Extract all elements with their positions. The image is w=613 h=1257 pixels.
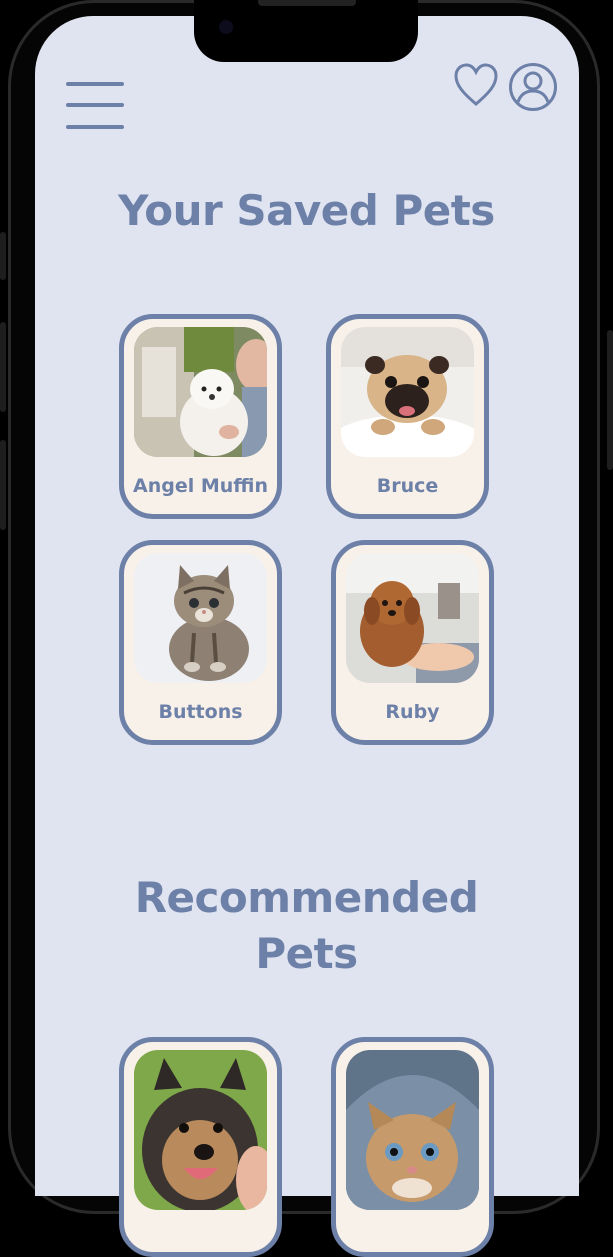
volume-up-button bbox=[0, 232, 6, 280]
recommended-pet-card[interactable] bbox=[119, 1037, 282, 1257]
front-camera bbox=[219, 20, 233, 34]
saved-pets-title: Your Saved Pets bbox=[118, 186, 495, 235]
pet-card-bruce[interactable]: Bruce bbox=[326, 314, 489, 519]
recommended-title-line1: Recommended bbox=[134, 873, 479, 922]
pet-card-buttons[interactable]: Buttons bbox=[119, 540, 282, 745]
heart-icon[interactable] bbox=[453, 63, 499, 109]
pet-card-ruby[interactable]: Ruby bbox=[331, 540, 494, 745]
recommended-pets-title: Recommended Pets bbox=[0, 870, 613, 982]
pet-name: Buttons bbox=[158, 701, 243, 723]
user-circle-icon[interactable] bbox=[508, 62, 558, 112]
pet-name: Ruby bbox=[385, 701, 440, 723]
kitten-in-hood-photo bbox=[346, 1050, 479, 1210]
top-speaker bbox=[258, 0, 356, 6]
pet-card-angel-muffin[interactable]: Angel Muffin bbox=[119, 314, 282, 519]
volume-down-button bbox=[0, 322, 6, 412]
hamburger-menu-icon[interactable] bbox=[66, 80, 124, 134]
pug-photo bbox=[341, 327, 474, 457]
recommended-title-line2: Pets bbox=[255, 929, 358, 978]
smiling-dog-photo bbox=[134, 1050, 267, 1210]
tabby-kitten-photo bbox=[134, 553, 267, 683]
pet-name: Bruce bbox=[376, 475, 439, 497]
pet-name: Angel Muffin bbox=[133, 475, 268, 497]
power-button bbox=[607, 330, 613, 470]
mute-switch bbox=[0, 440, 6, 530]
brown-puppy-photo bbox=[346, 553, 479, 683]
white-poodle-photo bbox=[134, 327, 267, 457]
recommended-pet-card[interactable] bbox=[331, 1037, 494, 1257]
phone-device: Your Saved Pets Angel Muffin Bruce Butto… bbox=[0, 0, 613, 1257]
